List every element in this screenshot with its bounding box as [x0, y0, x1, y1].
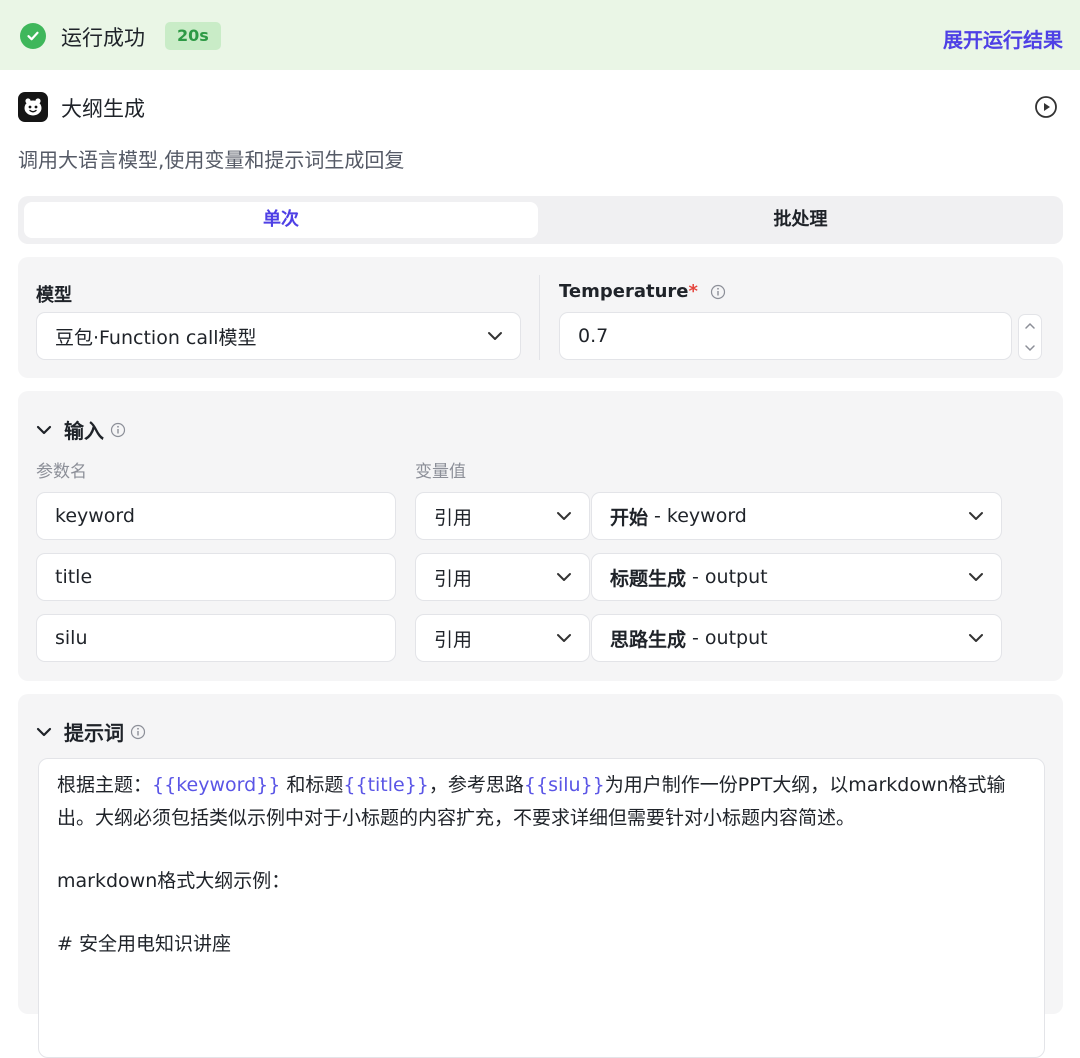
ref-type-select[interactable]: 引用 — [415, 492, 590, 540]
info-icon[interactable] — [110, 422, 126, 438]
input-section-header[interactable]: 输入 — [36, 415, 126, 444]
chevron-down-icon — [557, 512, 571, 520]
param-name-input[interactable]: keyword — [36, 492, 396, 540]
ref-value-select[interactable]: 思路生成 - output — [591, 614, 1002, 662]
prompt-line-1: 根据主题：{{keyword}} 和标题{{title}}，参考思路{{silu… — [57, 774, 1006, 796]
temperature-value: 0.7 — [578, 325, 609, 347]
ref-type-select[interactable]: 引用 — [415, 553, 590, 601]
chevron-down-icon — [557, 573, 571, 581]
prompt-line-4: # 安全用电知识讲座 — [57, 933, 231, 955]
chevron-down-icon — [969, 512, 983, 520]
chevron-down-icon[interactable] — [36, 424, 52, 436]
status-text: 运行成功 — [61, 26, 145, 50]
ref-value-select[interactable]: 标题生成 - output — [591, 553, 1002, 601]
variable-token: {{keyword}} — [152, 774, 281, 796]
model-label: 模型 — [36, 285, 72, 306]
temperature-label: Temperature* — [559, 281, 726, 302]
chevron-down-icon — [488, 332, 502, 340]
chevron-down-icon — [557, 634, 571, 642]
temperature-input[interactable]: 0.7 — [559, 312, 1012, 360]
run-status-bar: 运行成功 20s 展开运行结果 — [0, 0, 1080, 70]
param-name-input[interactable]: silu — [36, 614, 396, 662]
tab-single[interactable]: 单次 — [24, 202, 538, 238]
ref-type-select[interactable]: 引用 — [415, 614, 590, 662]
check-circle-icon — [20, 23, 46, 49]
field-divider — [539, 275, 540, 360]
info-icon[interactable] — [130, 724, 146, 740]
model-value: 豆包·Function call模型 — [55, 326, 257, 349]
ref-value-select[interactable]: 开始 - keyword — [591, 492, 1002, 540]
variable-token: {{silu}} — [523, 774, 605, 796]
expand-results-link[interactable]: 展开运行结果 — [943, 24, 1063, 53]
input-panel: 输入 参数名 变量值 keyword 引用 开始 - keyword title … — [18, 391, 1063, 681]
model-select[interactable]: 豆包·Function call模型 — [36, 312, 521, 360]
chevron-down-icon — [969, 573, 983, 581]
robot-icon — [18, 92, 48, 122]
prompt-line-2: 出。大纲必须包括类似示例中对于小标题的内容扩充，不要求详细但需要针对小标题内容简… — [57, 807, 856, 829]
prompt-panel: 提示词 根据主题：{{keyword}} 和标题{{title}}，参考思路{{… — [18, 694, 1063, 1058]
stepper-icon[interactable] — [1018, 314, 1042, 360]
info-icon[interactable] — [710, 284, 726, 300]
chevron-down-icon — [969, 634, 983, 642]
prompt-editor[interactable]: 根据主题：{{keyword}} 和标题{{title}}，参考思路{{silu… — [38, 758, 1045, 1058]
duration-badge: 20s — [165, 22, 221, 50]
play-circle-icon[interactable] — [1034, 95, 1058, 119]
variable-token: {{title}} — [343, 774, 429, 796]
tab-batch[interactable]: 批处理 — [544, 202, 1057, 238]
prompt-section-header[interactable]: 提示词 — [36, 717, 146, 746]
param-name-header: 参数名 — [36, 462, 87, 482]
model-panel: 模型 豆包·Function call模型 Temperature* 0.7 — [18, 257, 1063, 378]
chevron-down-icon[interactable] — [36, 726, 52, 738]
node-title: 大纲生成 — [61, 97, 145, 121]
node-description: 调用大语言模型,使用变量和提示词生成回复 — [18, 148, 405, 172]
mode-tabs: 单次 批处理 — [18, 196, 1063, 244]
variable-value-header: 变量值 — [415, 462, 466, 482]
prompt-line-3: markdown格式大纲示例： — [57, 870, 291, 892]
param-name-input[interactable]: title — [36, 553, 396, 601]
